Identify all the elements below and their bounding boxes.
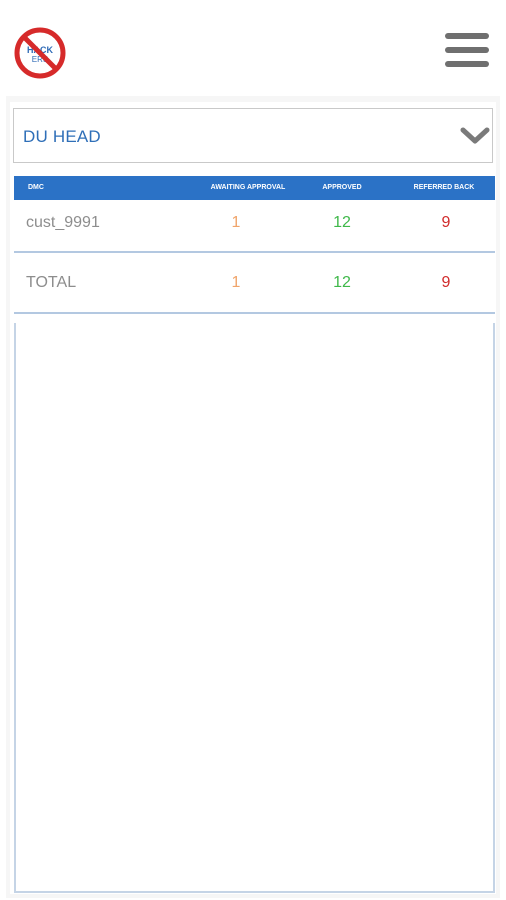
column-header-dmc[interactable]: DMC bbox=[28, 176, 44, 200]
row-awaiting-count[interactable]: 1 bbox=[180, 200, 292, 251]
table-header: DMC AWAITING APPROVAL APPROVED REFERRED … bbox=[14, 176, 495, 200]
chevron-down-icon[interactable] bbox=[460, 126, 490, 146]
total-label: TOTAL bbox=[26, 274, 77, 291]
no-hackers-logo-icon[interactable]: HACK ERS bbox=[14, 27, 66, 79]
row-referred-count[interactable]: 9 bbox=[394, 200, 498, 251]
hamburger-menu-icon[interactable] bbox=[445, 33, 489, 69]
details-area bbox=[14, 323, 495, 893]
total-referred-count: 9 bbox=[441, 274, 451, 291]
menu-bar bbox=[445, 33, 489, 39]
role-select-value: DU HEAD bbox=[23, 127, 101, 146]
approval-summary-table: DMC AWAITING APPROVAL APPROVED REFERRED … bbox=[14, 176, 495, 314]
row-dmc-name[interactable]: cust_9991 bbox=[26, 200, 100, 251]
app-header: HACK ERS bbox=[0, 0, 506, 96]
menu-bar bbox=[445, 61, 489, 67]
row-approved-count[interactable]: 12 bbox=[302, 200, 382, 251]
menu-bar bbox=[445, 47, 489, 53]
table-total-row: TOTAL 1 12 9 bbox=[14, 253, 495, 314]
column-header-approved[interactable]: APPROVED bbox=[302, 176, 382, 200]
total-approved-count: 12 bbox=[333, 274, 351, 291]
column-header-referred-back[interactable]: REFERRED BACK bbox=[394, 176, 494, 200]
total-awaiting-count: 1 bbox=[231, 274, 241, 291]
column-header-awaiting-approval[interactable]: AWAITING APPROVAL bbox=[180, 176, 316, 200]
table-row[interactable]: cust_9991 1 12 9 bbox=[14, 200, 495, 253]
role-select[interactable]: DU HEAD bbox=[13, 108, 493, 163]
